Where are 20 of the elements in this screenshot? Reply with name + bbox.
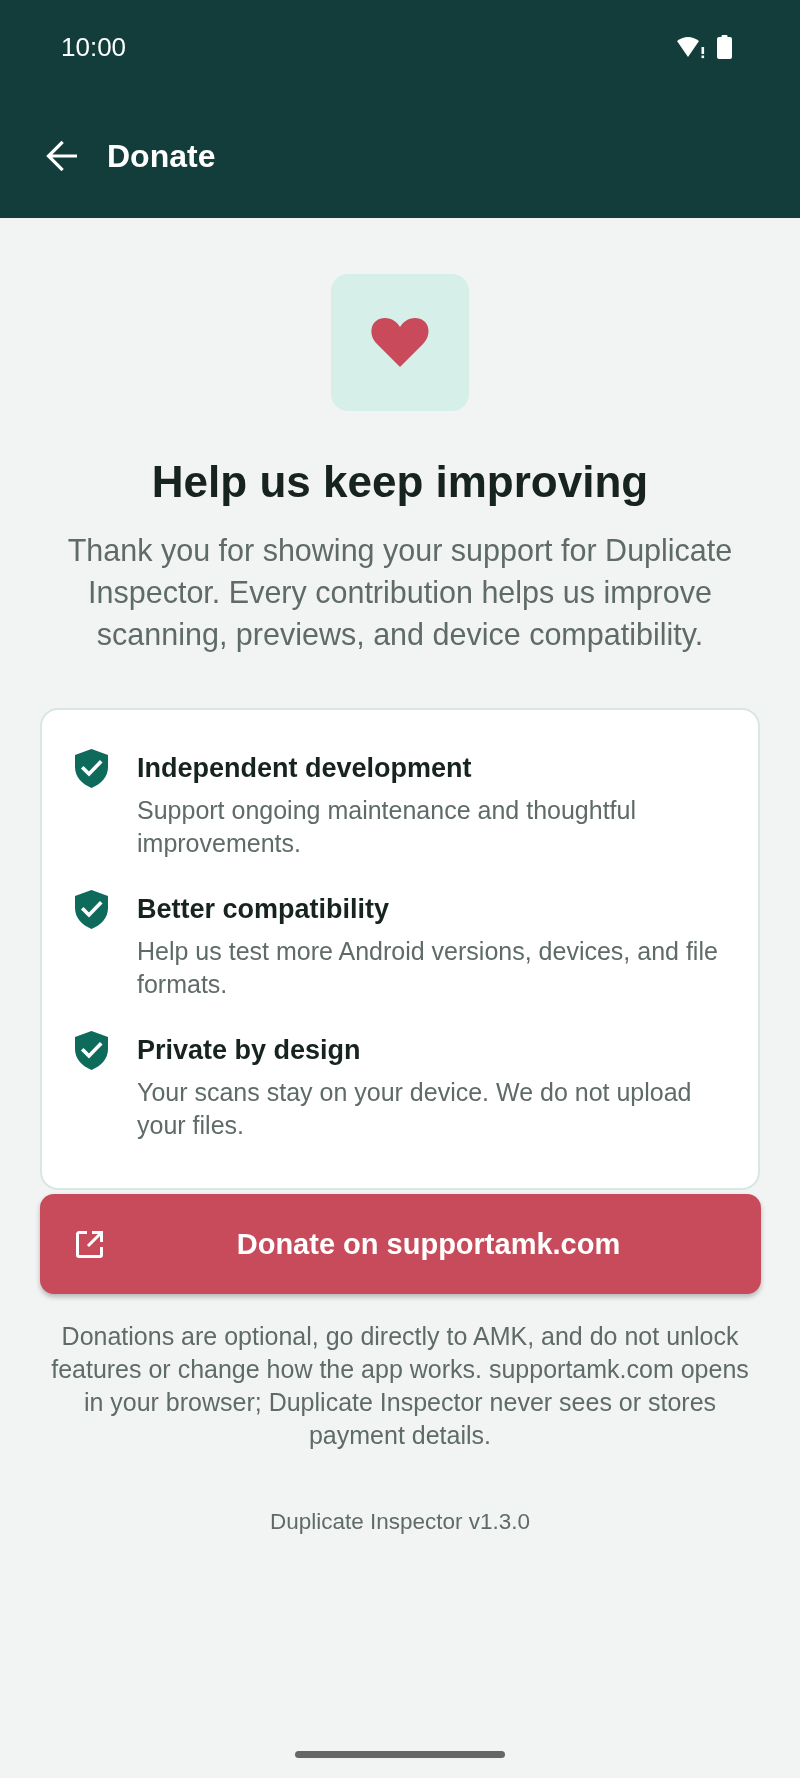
benefit-description: Support ongoing maintenance and thoughtful improvements. (137, 795, 637, 859)
shield-check-icon (75, 749, 108, 788)
benefit-description: Help us test more Android versions, devices, and file formats. (137, 936, 719, 1000)
wifi-icon (677, 35, 705, 59)
shield-check-icon (75, 1031, 108, 1070)
benefit-description: Your scans stay on your device. We do not upload your files. (137, 1077, 693, 1141)
donate-button[interactable]: Donate on supportamk.com (39, 1194, 761, 1294)
external-link-icon (75, 1230, 103, 1258)
hero-title: Help us keep improving (151, 456, 649, 508)
disclaimer-text: Donations are optional, go directly to AMK, and do not unlock features or change how the app works. supportamk.com opens in your browser; Duplicate Inspector never sees or stores payment details. (50, 1321, 750, 1451)
version-text: Duplicate Inspector v1.3.0 (269, 1508, 531, 1536)
battery-icon (717, 35, 732, 59)
back-arrow-icon[interactable] (46, 141, 77, 171)
benefit-title: Better compatibility (137, 893, 391, 926)
hero-description: Thank you for showing your support for Duplicate Inspector. Every contribution helps us improve scanning, previews, and device compatibility. (66, 532, 734, 654)
benefit-title: Private by design (137, 1034, 362, 1067)
shield-check-icon (75, 890, 108, 929)
benefit-title: Independent development (137, 752, 473, 785)
status-time: 10:00 (61, 32, 127, 62)
screen-title: Donate (107, 137, 216, 176)
